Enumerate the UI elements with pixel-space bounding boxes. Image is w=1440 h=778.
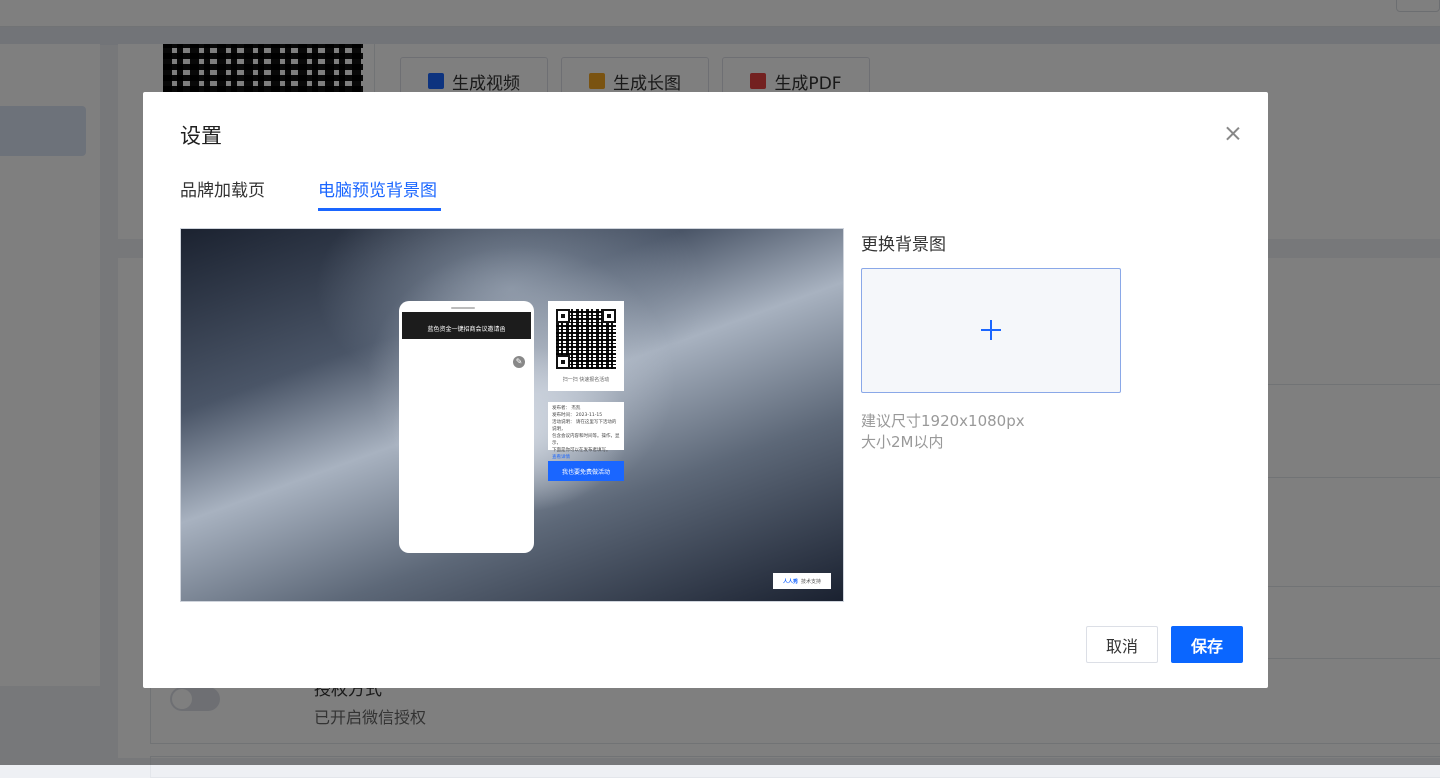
tech-support-badge: 人人秀 技术支持 <box>773 573 831 589</box>
preview-qr-code <box>556 309 616 369</box>
preview-join-button: 我也要免费做活动 <box>548 461 624 481</box>
settings-modal: 设置 品牌加载页 电脑预览背景图 蓝色资金一键招商会议邀请函 ✎ 扫一扫 快速报… <box>143 92 1268 688</box>
upload-background-box[interactable] <box>861 268 1121 393</box>
background-preview: 蓝色资金一键招商会议邀请函 ✎ 扫一扫 快速报名活动 发布者： 杰凯 发布时间：… <box>180 228 844 602</box>
cancel-button[interactable]: 取消 <box>1086 626 1158 663</box>
info-line: 包含会议内容和时间等。操作，显示， <box>552 434 620 446</box>
info-line: 下面是你可以在发布者填写。 <box>552 448 611 453</box>
tech-support-text: 技术支持 <box>801 578 822 585</box>
brand-logo: 人人秀 <box>782 578 798 585</box>
phone-mockup: 蓝色资金一键招商会议邀请函 ✎ <box>399 301 534 553</box>
info-line: 发布时间： 2023-11-15 <box>552 413 603 418</box>
tab-pc-preview-background[interactable]: 电脑预览背景图 <box>318 176 437 210</box>
info-line: 活动说明： 请在这里写下活动的说明， <box>552 420 617 432</box>
size-hint: 建议尺寸1920x1080px <box>861 412 1025 430</box>
tab-brand-loading-page[interactable]: 品牌加载页 <box>180 176 265 210</box>
max-size-hint: 大小2M以内 <box>861 433 944 451</box>
plus-icon <box>981 320 1001 340</box>
close-icon[interactable] <box>1222 123 1244 145</box>
info-line: 发布者： 杰凯 <box>552 406 581 411</box>
phone-edit-icon: ✎ <box>513 356 525 368</box>
modal-title: 设置 <box>180 124 222 148</box>
phone-header: 蓝色资金一键招商会议邀请函 <box>402 317 531 339</box>
info-link: 查看详情 <box>552 455 570 460</box>
replace-background-label: 更换背景图 <box>861 235 946 255</box>
active-tab-indicator <box>318 208 441 211</box>
preview-qr-card: 扫一扫 快速报名活动 <box>548 301 624 391</box>
save-button[interactable]: 保存 <box>1171 626 1243 663</box>
qr-caption: 扫一扫 快速报名活动 <box>562 377 610 383</box>
phone-notch <box>451 307 475 309</box>
preview-info-card: 发布者： 杰凯 发布时间： 2023-11-15 活动说明： 请在这里写下活动的… <box>548 402 624 460</box>
